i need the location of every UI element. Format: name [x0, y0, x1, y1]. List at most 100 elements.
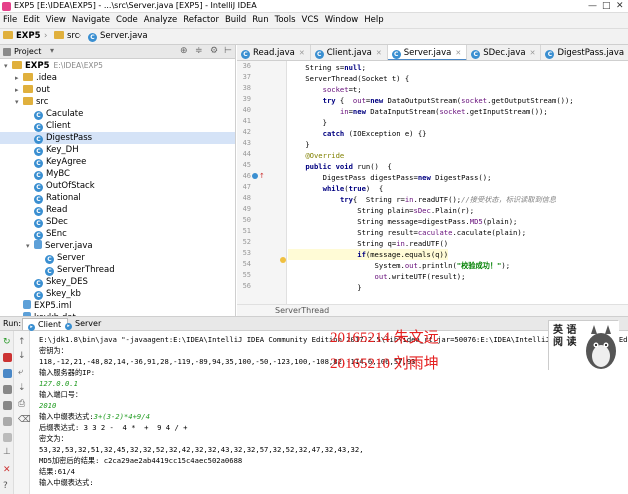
- tree-item-digestpass[interactable]: C DigestPass: [0, 132, 235, 144]
- chevron-down-icon[interactable]: ▾: [15, 96, 23, 108]
- menu-refactor[interactable]: Refactor: [180, 13, 222, 25]
- chevron-down-icon[interactable]: ▾: [26, 240, 34, 252]
- menu-help[interactable]: Help: [361, 13, 386, 25]
- pin-icon[interactable]: ⊥: [3, 447, 11, 457]
- clear-all-icon[interactable]: ⌫: [18, 415, 31, 425]
- tree-item-mybc[interactable]: C MyBC: [0, 168, 70, 180]
- tree-item-label: ServerThread: [57, 265, 115, 275]
- run-tab-server[interactable]: ▸ Server: [60, 318, 107, 330]
- chevron-right-icon[interactable]: ▸: [15, 84, 23, 96]
- code-token: (IOException e) {}: [344, 129, 427, 138]
- chevron-down-icon[interactable]: ▾: [4, 60, 12, 72]
- close-tab-icon[interactable]: ✕: [455, 49, 461, 57]
- tree-item--idea[interactable]: ▸ .idea: [0, 72, 57, 84]
- tab-read-java[interactable]: C Read.java ✕: [237, 45, 311, 60]
- breadcrumb-project[interactable]: EXP5: [3, 31, 41, 41]
- tree-item-key-dh[interactable]: C Key_DH: [0, 144, 79, 156]
- menu-code[interactable]: Code: [113, 13, 141, 25]
- code-token: //接受状态，标识读取到信息: [461, 195, 557, 204]
- breadcrumb-src[interactable]: src: [54, 31, 79, 41]
- tree-item-src[interactable]: ▾ src: [0, 96, 48, 108]
- override-marker-icon[interactable]: ↑: [259, 172, 265, 180]
- gear-icon[interactable]: ⚙: [210, 46, 218, 56]
- tree-item-server-java[interactable]: ▾ Server.java: [0, 240, 93, 252]
- settings-icon[interactable]: [3, 401, 12, 410]
- tab-server-java[interactable]: C Server.java ✕: [387, 45, 468, 60]
- breadcrumb-file[interactable]: C Server.java: [88, 31, 148, 42]
- tree-item-server[interactable]: C Server: [0, 252, 85, 264]
- down-arrow-icon[interactable]: ↓: [18, 351, 26, 361]
- close-tab-icon[interactable]: ✕: [376, 49, 382, 57]
- close-button[interactable]: ✕: [616, 1, 624, 11]
- restore-icon[interactable]: [3, 433, 12, 442]
- tab-digestpass-java[interactable]: CDigestPass.java✕: [541, 45, 628, 60]
- project-panel-title[interactable]: Project: [14, 47, 41, 56]
- menu-tools[interactable]: Tools: [272, 13, 299, 25]
- sync-icon[interactable]: ⊕: [180, 46, 188, 56]
- tab-client-java[interactable]: C Client.java ✕: [311, 45, 388, 60]
- rerun-icon[interactable]: ↻: [3, 337, 11, 347]
- tree-item-path: E:\IDEA\EXP5: [53, 61, 103, 70]
- dump-threads-icon[interactable]: [3, 385, 12, 394]
- scroll-end-icon[interactable]: ⇣: [18, 383, 26, 393]
- close-run-icon[interactable]: ✕: [3, 465, 11, 475]
- pause-icon[interactable]: [3, 369, 12, 378]
- maximize-button[interactable]: □: [602, 1, 611, 11]
- layout-icon[interactable]: [3, 417, 12, 426]
- chevron-down-icon[interactable]: ▾: [50, 46, 54, 55]
- help-icon[interactable]: ?: [3, 481, 8, 491]
- code-line: }: [288, 282, 361, 293]
- tree-item-out[interactable]: ▸ out: [0, 84, 50, 96]
- implements-marker-icon[interactable]: [252, 173, 258, 179]
- tree-item-client[interactable]: C Client: [0, 120, 71, 132]
- close-tab-icon[interactable]: ✕: [530, 49, 536, 57]
- tree-item-read[interactable]: C Read: [0, 204, 67, 216]
- tree-item-sdec[interactable]: C SDec: [0, 216, 68, 228]
- code-token: try: [339, 195, 353, 204]
- tree-item-senc[interactable]: C SEnc: [0, 228, 67, 240]
- folder-icon: [23, 97, 33, 105]
- folder-icon: [54, 31, 64, 39]
- tab-sdec-java[interactable]: C SDec.java ✕: [467, 45, 542, 60]
- tree-item-rational[interactable]: C Rational: [0, 192, 81, 204]
- menu-run[interactable]: Run: [249, 13, 271, 25]
- tree-item-skey-kb[interactable]: C Skey_kb: [0, 288, 81, 300]
- tree-item-skey-des[interactable]: C Skey_DES: [0, 276, 88, 288]
- code-token: sDec: [413, 206, 431, 215]
- soft-wrap-icon[interactable]: ⤶: [18, 367, 23, 377]
- tree-item-keyagree[interactable]: C KeyAgree: [0, 156, 86, 168]
- collapse-icon[interactable]: ≑: [195, 46, 203, 56]
- tree-item-caculate[interactable]: C Caculate: [0, 108, 83, 120]
- tree-item-outofstack[interactable]: C OutOfStack: [0, 180, 95, 192]
- minimize-button[interactable]: —: [588, 1, 597, 11]
- stop-icon[interactable]: [3, 353, 12, 362]
- line-number: 39: [242, 95, 251, 103]
- close-tab-icon[interactable]: ✕: [299, 49, 305, 57]
- menu-file[interactable]: File: [0, 13, 20, 25]
- menu-edit[interactable]: Edit: [20, 13, 42, 25]
- console-line: 2010: [39, 400, 56, 411]
- menu-navigate[interactable]: Navigate: [69, 13, 113, 25]
- menu-vcs[interactable]: VCS: [299, 13, 322, 25]
- print-icon[interactable]: ⎙: [18, 399, 25, 409]
- tree-item-serverthread[interactable]: C ServerThread: [0, 264, 115, 276]
- menu-view[interactable]: View: [43, 13, 69, 25]
- class-icon: C: [45, 255, 54, 264]
- menu-analyze[interactable]: Analyze: [141, 13, 181, 25]
- chevron-right-icon[interactable]: ▸: [15, 72, 23, 84]
- tree-item-exp5[interactable]: ▾ EXP5 E:\IDEA\EXP5: [0, 60, 103, 72]
- hide-icon[interactable]: ⊢: [224, 46, 232, 56]
- menu-build[interactable]: Build: [222, 13, 249, 25]
- code-editor[interactable]: String s=null; ServerThread(Socket t) { …: [288, 61, 628, 304]
- menu-window[interactable]: Window: [322, 13, 362, 25]
- class-icon: C: [34, 207, 43, 216]
- tree-item-exp5-iml[interactable]: EXP5.iml: [0, 300, 71, 312]
- up-arrow-icon[interactable]: ↑: [18, 337, 26, 347]
- intention-bulb-icon[interactable]: [280, 257, 286, 263]
- tree-item-label: .idea: [36, 73, 57, 83]
- editor-footer-context[interactable]: ServerThread: [275, 306, 329, 315]
- tree-item-label: SDec: [46, 217, 68, 227]
